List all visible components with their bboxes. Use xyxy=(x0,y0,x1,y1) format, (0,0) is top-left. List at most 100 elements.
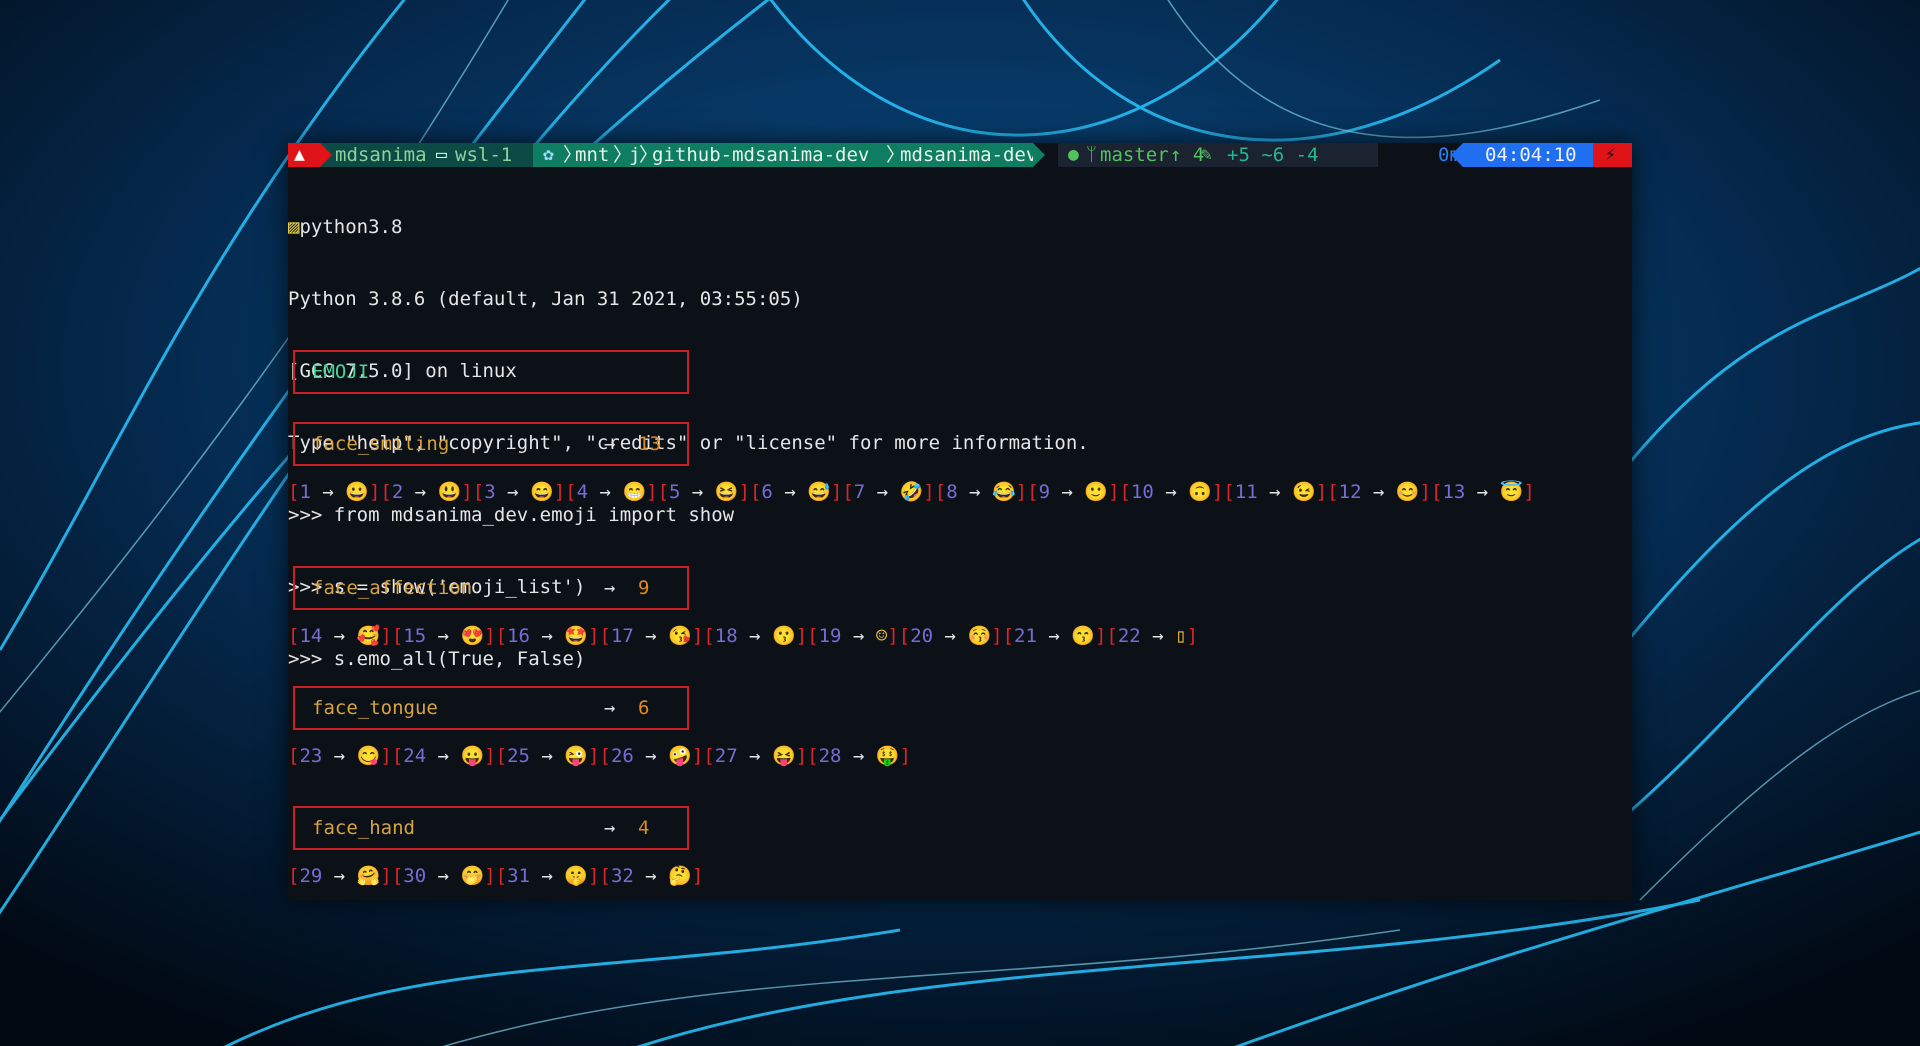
prompt-user: mdsanima xyxy=(335,144,427,166)
emoji-entry: [10 → 🙃] xyxy=(1120,481,1224,503)
arrow-icon: → xyxy=(1372,481,1385,503)
emoji-title: EMOJI xyxy=(312,361,370,383)
bracket-open: [ xyxy=(1027,481,1039,503)
bracket-open: [ xyxy=(807,745,819,767)
arrow-icon: → xyxy=(852,745,865,767)
arrow-icon: → xyxy=(604,577,616,599)
emoji-glyph: 🤭 xyxy=(460,865,485,887)
emoji-entry: [12 → 😊] xyxy=(1327,481,1431,503)
console-line: ▨python3.8 xyxy=(288,215,1632,239)
emoji-entry: [21 → 😙] xyxy=(1003,625,1107,647)
arrow-icon: → xyxy=(1061,481,1073,503)
emoji-number: 20 xyxy=(910,625,934,647)
os-badge: ▲ xyxy=(288,143,332,167)
emoji-entry: [7 → 🤣] xyxy=(842,481,934,503)
emoji-entry: [5 → 😆] xyxy=(658,481,750,503)
emoji-glyph: 🤣 xyxy=(899,481,924,503)
emoji-glyph: 😀 xyxy=(345,481,369,503)
bracket-open: [ xyxy=(495,865,508,887)
group-label: face_affection xyxy=(312,577,473,599)
emoji-number: 16 xyxy=(507,625,530,647)
bracket-open: [ xyxy=(495,745,508,767)
emoji-title-box: EMOJI xyxy=(293,350,689,394)
bracket-open: [ xyxy=(703,625,715,647)
bracket-close: ] xyxy=(887,625,899,647)
arrow-icon: → xyxy=(645,625,657,647)
bracket-close: ] xyxy=(588,745,600,767)
bracket-close: ] xyxy=(1015,481,1028,503)
emoji-number: 11 xyxy=(1234,481,1258,503)
emoji-glyph: 😙 xyxy=(1071,625,1095,647)
bracket-close: ] xyxy=(1315,481,1328,503)
emoji-number: 10 xyxy=(1130,481,1154,503)
prompt-bar: ▲ mdsanima ▭ wsl-1 ✿ 〉 mnt 〉 j 〉 github-… xyxy=(288,143,1632,167)
bracket-open: [ xyxy=(288,481,300,503)
arrow-icon: → xyxy=(749,625,761,647)
emoji-number: 14 xyxy=(299,625,323,647)
arrow-icon: → xyxy=(414,481,427,503)
arrow-icon: → xyxy=(1269,481,1281,503)
emoji-entry: [1 → 😀] xyxy=(288,481,380,503)
group-count: 4 xyxy=(638,817,650,839)
console-line: >>> from mdsanima_dev.emoji import show xyxy=(288,504,735,526)
emoji-number: 17 xyxy=(610,625,634,647)
emoji-glyph: ▯ xyxy=(1175,625,1187,647)
emoji-glyph: 😍 xyxy=(460,625,485,647)
arrow-icon: → xyxy=(645,865,657,887)
emoji-number: 24 xyxy=(403,745,427,767)
emoji-entry: [19 → ☺] xyxy=(807,625,899,647)
arrow-icon: → xyxy=(333,865,346,887)
bracket-close: ] xyxy=(380,745,392,767)
arrow-icon: → xyxy=(333,745,346,767)
emoji-entry: [17 → 😘] xyxy=(599,625,703,647)
emoji-number: 32 xyxy=(610,865,634,887)
bracket-open: [ xyxy=(565,481,577,503)
bracket-open: [ xyxy=(495,625,508,647)
plug-icon: ⚡ xyxy=(1605,144,1616,165)
git-branch: master xyxy=(1100,144,1169,166)
emoji-entry: [4 → 😁] xyxy=(565,481,657,503)
bracket-open: [ xyxy=(380,481,392,503)
emoji-number: 22 xyxy=(1117,625,1141,647)
github-icon: ● xyxy=(1068,144,1079,165)
bracket-open: [ xyxy=(391,625,404,647)
emoji-number: 19 xyxy=(818,625,842,647)
arrow-icon: → xyxy=(322,481,334,503)
arrow-icon: → xyxy=(852,625,865,647)
bracket-open: [ xyxy=(472,481,485,503)
bracket-close: ] xyxy=(484,865,496,887)
branch-icon: ᛘ xyxy=(1086,144,1097,165)
arrow-icon: → xyxy=(437,625,450,647)
emoji-entry: [9 → 🙂] xyxy=(1027,481,1119,503)
emoji-number: 1 xyxy=(299,481,311,503)
terminal-window[interactable]: ▲ mdsanima ▭ wsl-1 ✿ 〉 mnt 〉 j 〉 github-… xyxy=(288,143,1632,900)
emoji-entry: [27 → 😝] xyxy=(703,745,807,767)
emoji-row-face-tongue: [23 → 😋][24 → 😛][25 → 😜][26 → 🤪][27 → 😝]… xyxy=(288,744,1632,768)
emoji-glyph: 😅 xyxy=(807,481,831,503)
bracket-open: [ xyxy=(749,481,762,503)
emoji-entry: [31 → 🤫] xyxy=(496,865,600,887)
arrow-icon: → xyxy=(1476,481,1489,503)
emoji-glyph: 😃 xyxy=(437,481,462,503)
bracket-open: [ xyxy=(599,745,611,767)
bracket-open: [ xyxy=(1431,481,1443,503)
arrow-icon: → xyxy=(1048,625,1060,647)
bracket-close: ] xyxy=(795,745,808,767)
bracket-close: ] xyxy=(588,625,600,647)
emoji-glyph: 😊 xyxy=(1395,481,1420,503)
arrow-icon: → xyxy=(541,625,553,647)
path-part-repo: github-mdsanima-dev xyxy=(652,144,870,166)
bracket-close: ] xyxy=(646,481,658,503)
emoji-entry: [26 → 🤪] xyxy=(599,745,703,767)
prompt-end-segment: ⚡ xyxy=(1593,143,1632,167)
emoji-number: 2 xyxy=(391,481,404,503)
bracket-close: ] xyxy=(738,481,750,503)
emoji-number: 23 xyxy=(299,745,323,767)
emoji-number: 4 xyxy=(576,481,589,503)
prompt-git-segment: ● ᛘ master ↑ 4 ✎ +5 ~6 -4 xyxy=(1058,143,1378,167)
emoji-number: 15 xyxy=(403,625,427,647)
bracket-open: [ xyxy=(599,625,611,647)
emoji-entry: [16 → 🤩] xyxy=(496,625,600,647)
emoji-glyph: ☺ xyxy=(875,625,888,647)
emoji-entry: [11 → 😉] xyxy=(1223,481,1327,503)
